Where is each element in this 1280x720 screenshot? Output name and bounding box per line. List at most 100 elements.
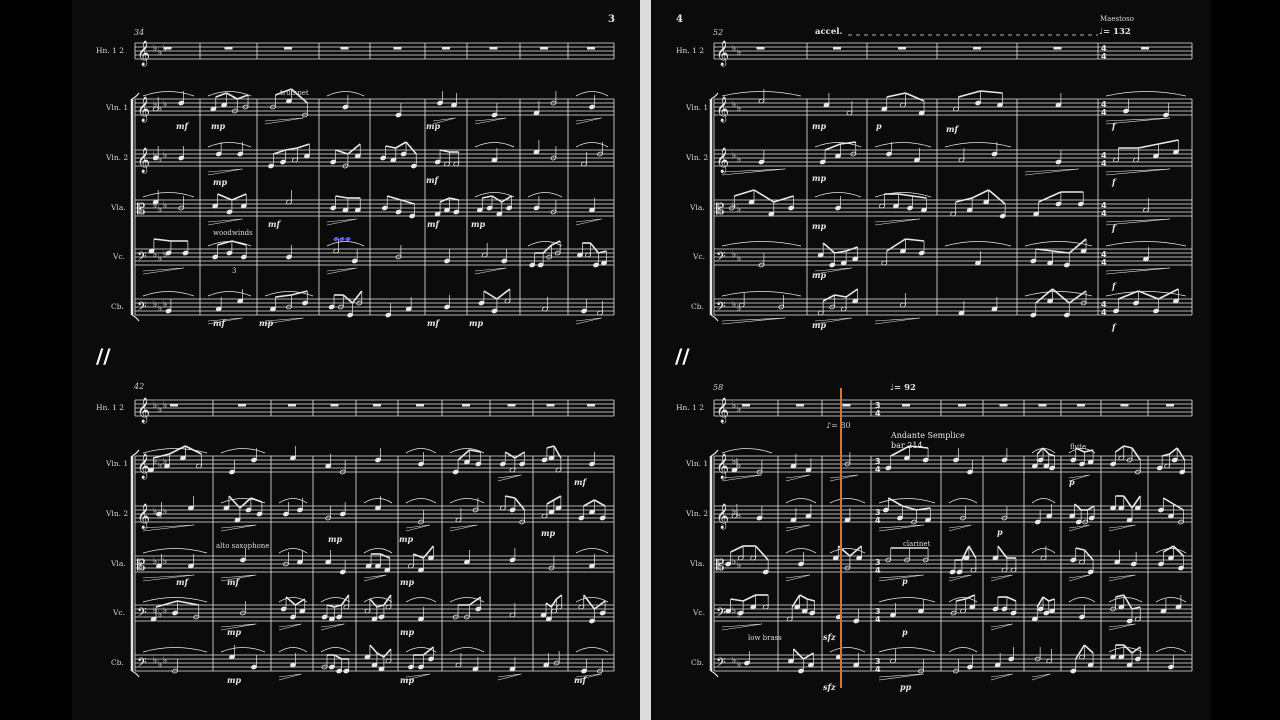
note-beam: [898, 193, 913, 197]
whole-rest: [587, 47, 595, 50]
hairpin: [207, 168, 243, 176]
slur: [944, 142, 1012, 148]
annotation-woodwinds: woodwinds: [213, 229, 253, 237]
slur: [878, 498, 936, 504]
note-beam: [1138, 143, 1159, 149]
note-beam: [1115, 594, 1124, 598]
time-signature: 4: [875, 409, 881, 418]
time-signature: 4: [875, 615, 881, 624]
dynamic-mp: mp: [541, 528, 556, 538]
bar-reference: bar 214: [891, 441, 923, 450]
whole-rest: [756, 47, 765, 50]
slur: [449, 647, 485, 653]
whole-rest: [742, 404, 750, 407]
slur: [1155, 597, 1187, 603]
slur: [142, 647, 208, 653]
label-horns: Hn. 1 2: [676, 403, 705, 412]
note-beam: [504, 451, 516, 459]
note-beam: [546, 445, 555, 449]
note-beam: [236, 94, 249, 100]
note-beam: [822, 242, 836, 254]
note-beam: [799, 594, 808, 600]
whole-rest: [1166, 404, 1174, 407]
hairpin: [785, 524, 811, 532]
slur: [142, 192, 195, 198]
note-beam: [550, 598, 558, 608]
tempo-132: ♩= 132: [1099, 27, 1131, 37]
note-beam: [501, 195, 512, 203]
note-beam: [505, 495, 516, 499]
dynamic-f: f: [1112, 281, 1116, 291]
note-beam: [1083, 644, 1094, 654]
system-break-left: //: [96, 344, 111, 368]
hairpin: [497, 474, 522, 482]
flat-icon: ♭: [732, 457, 736, 467]
note-beam: [496, 288, 511, 300]
hairpin: [990, 673, 1013, 681]
note-beam: [971, 189, 989, 199]
slur: [278, 647, 308, 653]
bar-number-42: 42: [134, 382, 145, 391]
clef-icon: 𝄞: [137, 147, 150, 173]
slur: [220, 448, 266, 454]
clef-icon: 𝄞: [137, 397, 150, 423]
hairpin: [474, 117, 507, 125]
slur: [1155, 647, 1187, 653]
hairpin: [721, 623, 763, 631]
time-signature: 4: [875, 465, 881, 474]
dynamic-mp: mp: [426, 121, 441, 131]
note-beam: [369, 644, 378, 654]
flat-icon: ♭: [737, 511, 741, 521]
note-beam: [1087, 505, 1095, 511]
note-beam: [1074, 503, 1082, 511]
slur: [814, 192, 862, 198]
flat-icon: ♭: [163, 656, 167, 666]
flat-icon: ♭: [158, 205, 162, 215]
clef-icon: 𝄡: [716, 200, 724, 218]
flat-icon: ♭: [737, 104, 741, 114]
flat-icon: ♭: [732, 656, 736, 666]
slur: [405, 498, 437, 504]
flat-icon: ♭: [158, 610, 162, 620]
flat-icon: ♭: [732, 300, 736, 310]
hairpin: [320, 623, 345, 631]
hairpin: [497, 673, 522, 681]
note-beam: [589, 242, 600, 254]
whole-rest: [416, 404, 424, 407]
note-beam: [231, 193, 247, 201]
note-beam: [755, 545, 769, 561]
whole-rest: [902, 404, 910, 407]
hairpin: [264, 117, 304, 125]
note-beam: [1162, 497, 1174, 505]
dynamic-mp: mp: [211, 121, 226, 131]
flat-icon: ♭: [153, 401, 157, 411]
label-violin-2: Vln. 2: [106, 153, 129, 162]
whole-rest: [796, 404, 804, 407]
note-beam: [1176, 447, 1186, 461]
clef-icon: 𝄞: [716, 40, 729, 66]
hairpin: [990, 574, 1013, 582]
whole-rest: [288, 404, 296, 407]
dynamic-p: p: [902, 627, 908, 637]
label-horns: Hn. 1 2: [676, 46, 705, 55]
note-beam: [335, 195, 349, 199]
time-signature: 4: [1101, 308, 1107, 317]
hairpin: [1105, 267, 1171, 275]
slur: [474, 192, 515, 198]
clef-icon: 𝄞: [716, 503, 729, 529]
label-bass: Cb.: [111, 658, 124, 667]
dynamic-mf: mf: [427, 318, 439, 328]
note-beam: [153, 238, 171, 242]
note-beam: [1052, 288, 1070, 304]
hairpin: [405, 524, 431, 532]
flat-icon: ♭: [158, 405, 162, 415]
slur: [363, 498, 393, 504]
note-beam: [1172, 503, 1184, 511]
clef-icon: 𝄞: [137, 40, 150, 66]
note-beam: [553, 495, 562, 501]
note-beam: [387, 195, 402, 201]
whole-rest: [842, 404, 851, 407]
slur: [948, 498, 978, 504]
note-beam: [1169, 447, 1178, 455]
note-beam: [955, 598, 966, 602]
